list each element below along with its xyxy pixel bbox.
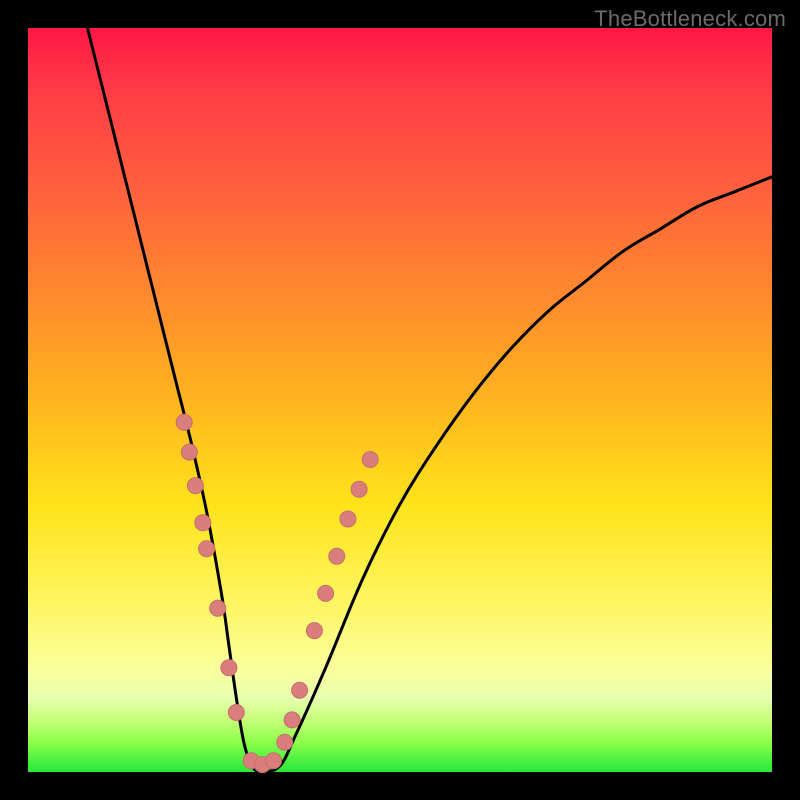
data-marker: [228, 705, 244, 721]
data-marker: [329, 548, 345, 564]
data-marker: [221, 660, 237, 676]
data-marker: [306, 623, 322, 639]
watermark-text: TheBottleneck.com: [594, 6, 786, 32]
data-marker: [318, 585, 334, 601]
data-marker: [195, 515, 211, 531]
chart-frame: TheBottleneck.com: [0, 0, 800, 800]
data-marker: [210, 600, 226, 616]
plot-area: [28, 28, 772, 772]
data-marker: [277, 734, 293, 750]
data-marker: [199, 541, 215, 557]
data-marker: [340, 511, 356, 527]
data-marker: [187, 478, 203, 494]
data-marker: [362, 452, 378, 468]
data-marker: [176, 414, 192, 430]
data-marker: [351, 481, 367, 497]
data-marker: [266, 753, 282, 769]
chart-svg: [28, 28, 772, 772]
data-marker: [181, 444, 197, 460]
curve-markers: [176, 414, 378, 772]
bottleneck-curve: [88, 28, 773, 773]
data-marker: [284, 712, 300, 728]
data-marker: [292, 682, 308, 698]
